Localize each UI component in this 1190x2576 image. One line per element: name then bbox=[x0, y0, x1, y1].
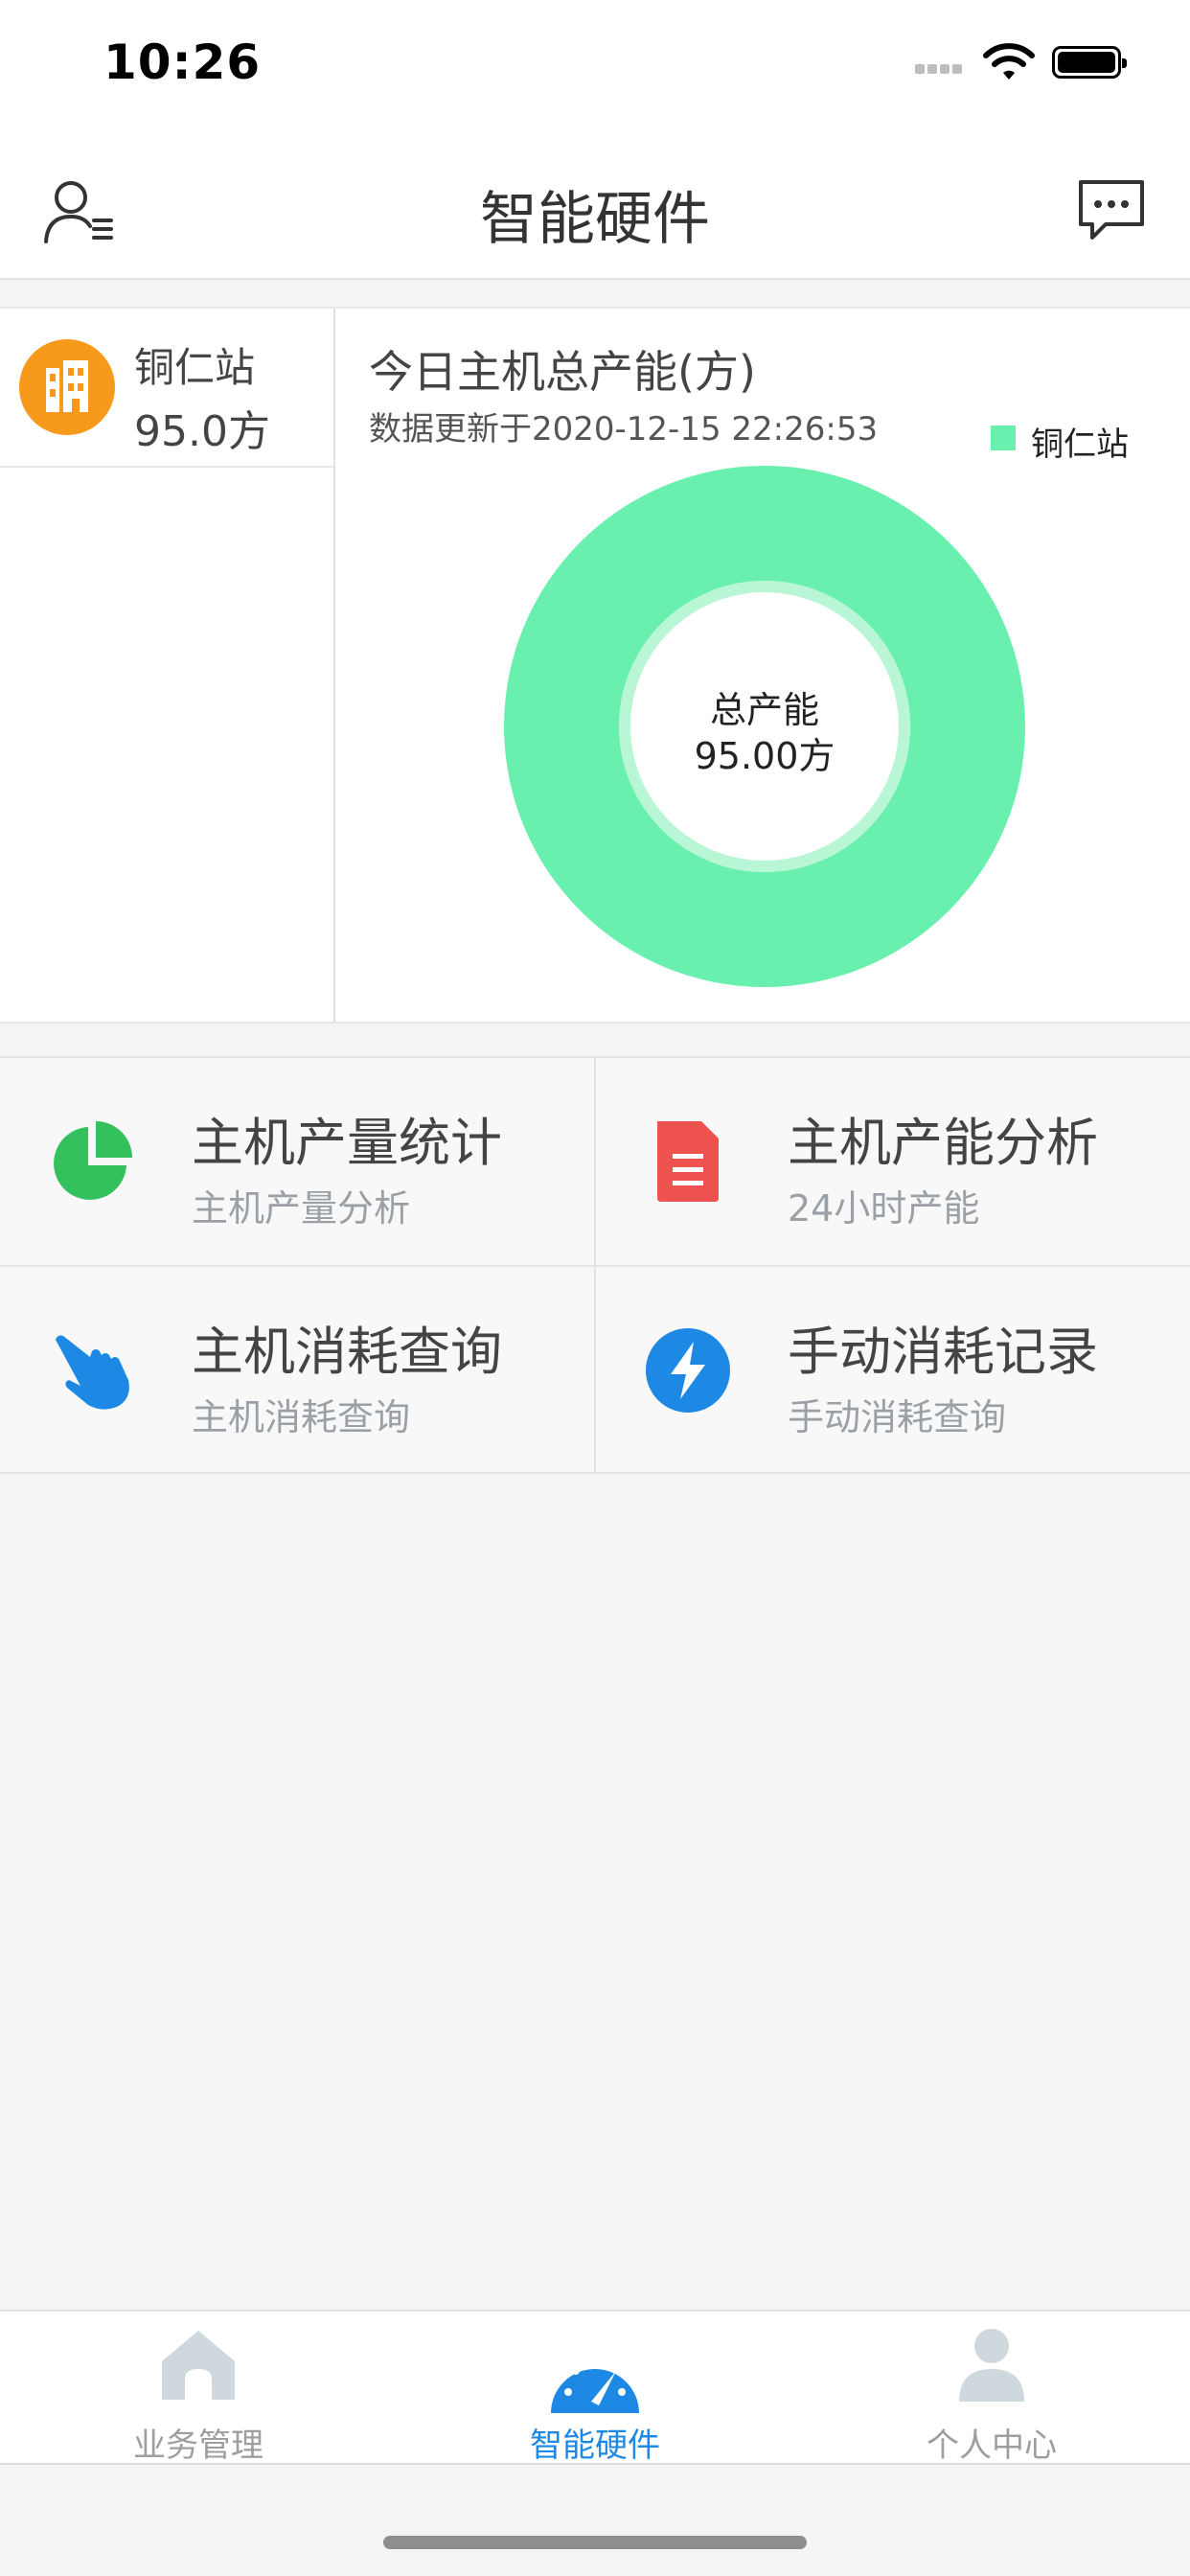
dashboard-gauge-icon bbox=[551, 2358, 639, 2413]
donut-center-label: 总产能 bbox=[709, 689, 819, 731]
menu-item-capacity-analysis[interactable]: 主机产能分析 24小时产能 bbox=[596, 1058, 1190, 1265]
building-icon bbox=[19, 339, 115, 435]
tab-personal-center[interactable]: 个人中心 bbox=[793, 2312, 1190, 2465]
menu-item-manual-consumption[interactable]: 手动消耗记录 手动消耗查询 bbox=[596, 1267, 1190, 1474]
tab-label: 业务管理 bbox=[133, 2426, 263, 2465]
menu-item-subtitle: 主机消耗查询 bbox=[192, 1396, 411, 1438]
menu-item-title: 手动消耗记录 bbox=[788, 1322, 1098, 1382]
tab-bar: 业务管理 智能硬件 个人中心 bbox=[0, 2310, 1190, 2465]
chart-title: 今日主机总产能(方) bbox=[369, 346, 756, 398]
navigation-bar: 智能硬件 bbox=[0, 134, 1190, 280]
menu-item-subtitle: 手动消耗查询 bbox=[788, 1396, 1007, 1438]
page-title: 智能硬件 bbox=[480, 186, 710, 253]
person-icon bbox=[959, 2329, 1024, 2402]
chart-updated-time: 数据更新于2020-12-15 22:26:53 bbox=[369, 410, 879, 448]
station-value: 95.0方 bbox=[134, 407, 270, 456]
hand-pointer-icon bbox=[56, 1335, 129, 1410]
home-icon bbox=[162, 2331, 235, 2400]
station-item[interactable]: 铜仁站 95.0方 bbox=[0, 309, 333, 468]
menu-item-title: 主机产量统计 bbox=[192, 1113, 502, 1173]
tab-smart-hardware[interactable]: 智能硬件 bbox=[397, 2312, 793, 2465]
status-time: 10:26 bbox=[103, 34, 262, 90]
station-name: 铜仁站 bbox=[134, 344, 256, 391]
station-list: 铜仁站 95.0方 bbox=[0, 309, 335, 1022]
wifi-icon bbox=[983, 43, 1035, 80]
legend-swatch bbox=[991, 426, 1016, 450]
home-indicator bbox=[383, 2536, 807, 2549]
pie-chart-icon bbox=[54, 1121, 132, 1200]
menu-item-subtitle: 24小时产能 bbox=[788, 1187, 980, 1230]
capacity-dashboard: 铜仁站 95.0方 今日主机总产能(方) 数据更新于2020-12-15 22:… bbox=[0, 307, 1190, 1024]
signal-icon bbox=[915, 59, 965, 78]
tab-label: 智能硬件 bbox=[530, 2426, 660, 2465]
donut-center-value: 95.00方 bbox=[694, 735, 835, 777]
menu-item-subtitle: 主机产量分析 bbox=[192, 1187, 411, 1230]
menu-item-production-stats[interactable]: 主机产量统计 主机产量分析 bbox=[0, 1058, 594, 1265]
tab-label: 个人中心 bbox=[927, 2426, 1057, 2465]
lightning-icon bbox=[646, 1328, 730, 1413]
battery-icon bbox=[1052, 46, 1127, 79]
menu-item-consumption-query[interactable]: 主机消耗查询 主机消耗查询 bbox=[0, 1267, 594, 1474]
function-menu: 主机产量统计 主机产量分析 主机产能分析 24小时产能 主机消耗查询 主机消耗查… bbox=[0, 1056, 1190, 1474]
status-bar: 10:26 bbox=[0, 0, 1190, 134]
menu-item-title: 主机产能分析 bbox=[788, 1113, 1098, 1173]
document-icon bbox=[657, 1121, 719, 1202]
menu-item-title: 主机消耗查询 bbox=[192, 1322, 502, 1382]
message-icon[interactable] bbox=[1073, 172, 1150, 249]
tab-business-management[interactable]: 业务管理 bbox=[0, 2312, 397, 2465]
legend-label: 铜仁站 bbox=[1031, 426, 1129, 464]
